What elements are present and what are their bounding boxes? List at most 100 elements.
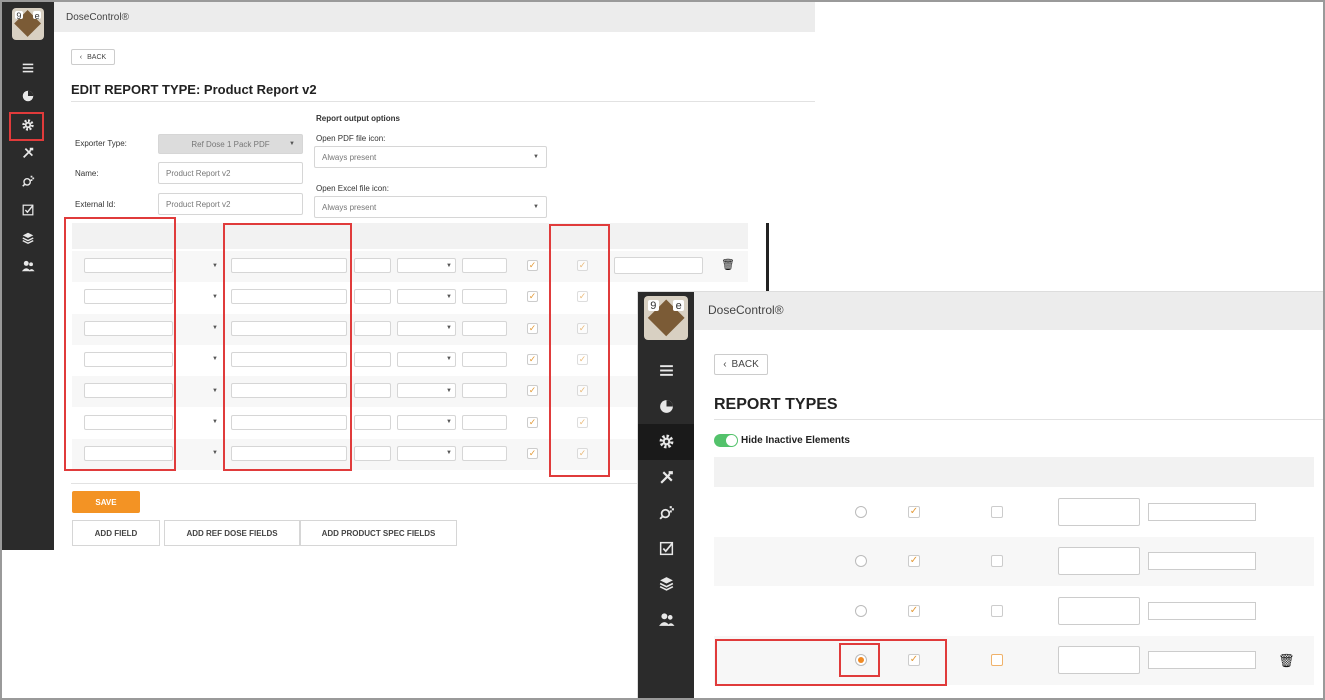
sequence-input[interactable] [462,383,507,399]
name-input[interactable]: Product Report v2 [158,162,303,184]
special-value-select[interactable]: ▼ [397,414,456,430]
special-value-select[interactable]: ▼ [397,445,456,461]
copy-button[interactable] [1058,498,1140,526]
excel-icon-label: Open Excel file icon: [316,184,389,193]
label-input[interactable] [354,320,391,336]
nav-item-users[interactable] [638,602,694,638]
copy-button[interactable] [1058,645,1140,674]
trash-icon[interactable]: 🗑 [1278,653,1295,669]
external-id-input[interactable]: Product Report v2 [158,193,303,215]
product-report-highlight [715,639,947,686]
required-checkbox[interactable] [527,353,538,365]
use-product-specs-checkbox[interactable] [991,604,1003,617]
field-type-select[interactable]: ▼ [183,258,221,273]
field-type-select[interactable]: ▼ [183,352,221,367]
nav-item-users[interactable] [2,252,54,280]
label-input[interactable] [354,414,391,430]
add-product-spec-fields-button[interactable]: ADD PRODUCT SPEC FIELDS [300,520,457,546]
label-input[interactable] [354,258,391,273]
special-value-select[interactable]: ▼ [397,320,456,336]
required-checkbox[interactable] [527,322,538,334]
label-input[interactable] [354,383,391,399]
required-checkbox[interactable] [527,260,538,271]
settings-icon [658,433,675,450]
chevron-down-icon: ▼ [533,204,539,210]
special-value-select[interactable]: ▼ [397,383,456,399]
chevron-down-icon: ▼ [446,387,452,394]
required-checkbox[interactable] [527,291,538,303]
hide-inactive-toggle[interactable] [714,434,738,447]
field-type-select[interactable]: ▼ [183,415,221,430]
field-type-select[interactable]: ▼ [183,321,221,336]
tasks-icon [658,540,675,557]
nav-item-tasks[interactable] [638,531,694,567]
inspect-icon [21,174,35,188]
nav-item-inspect[interactable] [2,167,54,195]
chevron-down-icon: ▼ [212,325,218,332]
label-input[interactable] [354,289,391,305]
nav-item-layers[interactable] [638,566,694,602]
is-active-checkbox[interactable] [908,604,920,617]
field-type-select[interactable]: ▼ [183,289,221,304]
output-options-title: Report output options [316,114,400,123]
nav-item-menu[interactable] [2,54,54,82]
field-type-select[interactable]: ▼ [183,446,221,461]
label-input[interactable] [354,351,391,367]
sequence-input[interactable] [462,351,507,367]
default-radio[interactable] [855,604,867,617]
copy-name-input[interactable] [1148,650,1256,669]
top-bar [694,292,1323,330]
special-value-select[interactable]: ▼ [397,351,456,367]
required-checkbox[interactable] [527,416,538,428]
nav-item-tools[interactable] [638,460,694,496]
edit-validation-button[interactable] [614,257,703,274]
nav-item-dashboard[interactable] [638,389,694,425]
field-type-select[interactable]: ▼ [183,383,221,398]
copy-button[interactable] [1058,547,1140,576]
sequence-input[interactable] [462,445,507,461]
chevron-down-icon: ▼ [289,141,295,147]
is-active-checkbox[interactable] [908,506,920,518]
sequence-input[interactable] [462,320,507,336]
special-value-select[interactable]: ▼ [397,258,456,273]
required-checkbox[interactable] [527,385,538,397]
copy-name-input[interactable] [1148,552,1256,571]
save-button[interactable]: SAVE [72,491,140,513]
default-radio[interactable] [855,506,867,518]
nav-item-dashboard[interactable] [2,82,54,110]
nav-item-layers[interactable] [2,224,54,252]
back-button[interactable]: ‹ BACK [71,49,115,65]
exporter-type-select[interactable]: Ref Dose 1 Pack PDF ▼ [158,134,303,154]
nav-item-settings[interactable] [638,424,694,460]
chevron-down-icon: ▼ [446,293,452,300]
pdf-icon-select[interactable]: Always present ▼ [314,146,547,168]
nav-item-menu[interactable] [638,353,694,389]
sequence-input[interactable] [462,258,507,273]
is-active-checkbox[interactable] [908,555,920,568]
back-button[interactable]: ‹ BACK [714,354,768,375]
required-checkbox[interactable] [527,447,538,459]
sequence-input[interactable] [462,289,507,305]
excel-icon-select[interactable]: Always present ▼ [314,196,547,218]
label-input[interactable] [354,445,391,461]
chevron-left-icon: ‹ [79,53,83,61]
use-product-specs-checkbox[interactable] [991,506,1003,518]
sequence-input[interactable] [462,414,507,430]
copy-name-input[interactable] [1148,503,1256,521]
copy-button[interactable] [1058,596,1140,625]
use-product-specs-checkbox[interactable] [991,555,1003,568]
special-value-select[interactable]: ▼ [397,289,456,305]
tools-icon [658,469,675,486]
nav-item-tools[interactable] [2,139,54,167]
trash-icon[interactable]: 🗑 [721,258,735,271]
copy-name-input[interactable] [1148,601,1256,620]
add-ref-dose-fields-button[interactable]: ADD REF DOSE FIELDS [164,520,300,546]
layers-icon [658,575,675,592]
field-name-highlight [64,217,176,471]
app-title: DoseControl® [708,303,784,317]
use-product-specs-checkbox[interactable] [991,653,1003,666]
nav-item-tasks[interactable] [2,196,54,224]
nav-item-inspect[interactable] [638,495,694,531]
chevron-down-icon: ▼ [212,262,218,269]
add-field-button[interactable]: ADD FIELD [72,520,160,546]
